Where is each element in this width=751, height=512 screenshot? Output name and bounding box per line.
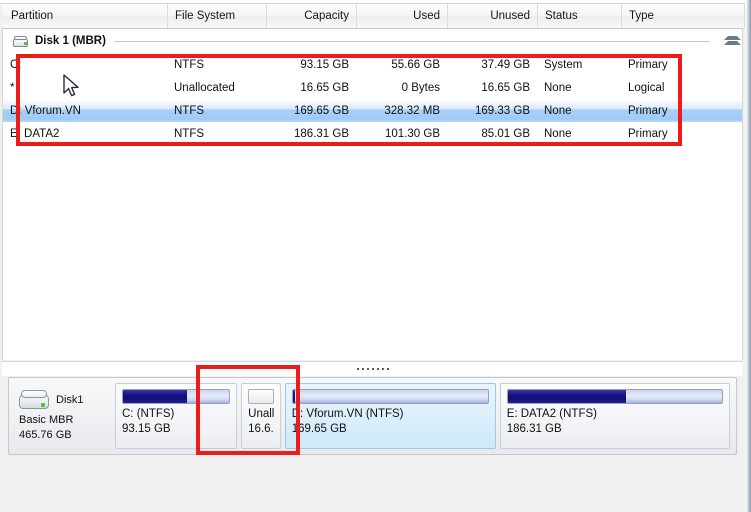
partition-block[interactable]: D: Vforum.VN (NTFS) 169.65 GB <box>284 383 496 449</box>
partition-manager-window: Partition File System Capacity Used Unused St… <box>0 0 751 512</box>
cell-capacity: 16.65 GB <box>300 81 349 94</box>
partition-rows: C: NTFS 93.15 GB 55.66 GB 37.49 GB System Prim… <box>3 53 742 145</box>
column-header-unused[interactable]: Unused <box>448 4 538 28</box>
cell-partition: D: Vforum.VN <box>10 104 81 117</box>
cell-type: Logical <box>628 81 665 94</box>
cell-partition: C: <box>10 58 22 71</box>
column-header-type[interactable]: Type <box>622 4 745 28</box>
cell-used: 101.30 GB <box>385 127 440 140</box>
partition-table-body[interactable]: Disk 1 (MBR) C: NTFS 93.15 GB 55.66 GB 37.49… <box>2 29 743 360</box>
usage-bar-used <box>123 390 187 403</box>
cell-partition: * <box>10 81 15 94</box>
cell-used: 0 Bytes <box>401 81 440 94</box>
cell-type: Primary <box>628 127 668 140</box>
usage-bar <box>506 389 724 404</box>
hard-disk-icon <box>19 389 49 410</box>
disk-map-panel[interactable]: Disk1 Basic MBR 465.76 GB C: (NTFS) 93.15… <box>8 377 737 455</box>
partition-blocks: C: (NTFS) 93.15 GB Unall.. 16.6.. D: Vforum.… <box>115 383 731 449</box>
partition-block-name: C: (NTFS) <box>122 408 175 420</box>
disk-group-header[interactable]: Disk 1 (MBR) <box>3 29 742 53</box>
cell-status: None <box>544 104 572 117</box>
disk-size: 465.76 GB <box>19 428 72 441</box>
disk-name: Disk1 <box>56 393 84 406</box>
cell-file_system: NTFS <box>174 127 205 140</box>
cell-status: None <box>544 127 572 140</box>
disk-type: Basic MBR <box>19 413 74 426</box>
partition-block-size: 16.6.. <box>248 423 274 435</box>
cell-status: None <box>544 81 572 94</box>
partition-block-name: E: DATA2 (NTFS) <box>506 408 597 420</box>
partition-block[interactable]: C: (NTFS) 93.15 GB <box>115 383 238 449</box>
cell-unused: 85.01 GB <box>481 127 530 140</box>
disk-group-title: Disk 1 (MBR) <box>35 35 106 47</box>
column-header-partition[interactable]: Partition <box>4 4 168 28</box>
usage-bar <box>248 389 274 404</box>
cell-capacity: 186.31 GB <box>294 127 349 140</box>
partition-block[interactable]: Unall.. 16.6.. <box>241 383 281 449</box>
usage-bar-used <box>292 390 295 403</box>
cell-partition: E: DATA2 <box>10 127 60 140</box>
cell-unused: 169.33 GB <box>475 104 530 117</box>
column-header-capacity[interactable]: Capacity <box>267 4 357 28</box>
cell-unused: 37.49 GB <box>481 58 530 71</box>
partition-block-name: D: Vforum.VN (NTFS) <box>291 408 404 420</box>
cell-unused: 16.65 GB <box>481 81 530 94</box>
cell-used: 328.32 MB <box>384 104 440 117</box>
partition-block-size: 186.31 GB <box>506 423 562 435</box>
splitter-grip <box>356 368 389 370</box>
group-divider-rule <box>113 40 710 42</box>
column-header-file-system[interactable]: File System <box>168 4 267 28</box>
partition-block-size: 93.15 GB <box>122 423 171 435</box>
hard-disk-icon <box>13 35 28 47</box>
table-row[interactable]: D: Vforum.VN NTFS 169.65 GB 328.32 MB 169.33… <box>3 99 742 122</box>
usage-bar-used <box>507 390 626 403</box>
panel-splitter[interactable] <box>2 361 743 376</box>
table-row[interactable]: C: NTFS 93.15 GB 55.66 GB 37.49 GB System Prim… <box>3 53 742 76</box>
cell-file_system: NTFS <box>174 104 205 117</box>
disk-summary: Disk1 Basic MBR 465.76 GB <box>15 383 115 449</box>
cell-file_system: Unallocated <box>174 81 235 94</box>
column-header-used[interactable]: Used <box>357 4 448 28</box>
usage-bar <box>291 389 489 404</box>
cell-type: Primary <box>628 104 668 117</box>
cell-file_system: NTFS <box>174 58 205 71</box>
cell-type: Primary <box>628 58 668 71</box>
partition-block-size: 169.65 GB <box>291 423 347 435</box>
usage-bar <box>122 389 231 404</box>
double-chevron-up-icon[interactable] <box>720 32 741 50</box>
cell-status: System <box>544 58 583 71</box>
partition-table-header: Partition File System Capacity Used Unused St… <box>2 3 745 29</box>
cell-capacity: 93.15 GB <box>300 58 349 71</box>
window-right-edge <box>745 0 751 512</box>
cell-used: 55.66 GB <box>391 58 440 71</box>
partition-block-name: Unall.. <box>248 408 274 420</box>
table-row[interactable]: E: DATA2 NTFS 186.31 GB 101.30 GB 85.01 GB No… <box>3 122 742 145</box>
partition-block[interactable]: E: DATA2 (NTFS) 186.31 GB <box>499 383 731 449</box>
cell-capacity: 169.65 GB <box>294 104 349 117</box>
column-header-status[interactable]: Status <box>538 4 622 28</box>
table-row[interactable]: * Unallocated 16.65 GB 0 Bytes 16.65 GB None L… <box>3 76 742 99</box>
